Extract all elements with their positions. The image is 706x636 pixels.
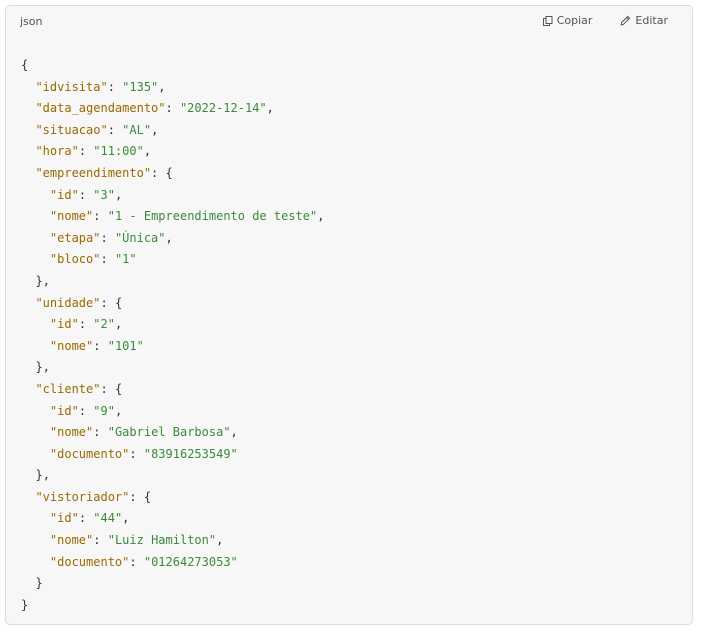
json-value: "Gabriel Barbosa" — [107, 425, 231, 440]
json-key: "id" — [49, 403, 79, 418]
json-value: "11:00" — [93, 144, 144, 159]
copy-button[interactable]: Copiar — [542, 14, 593, 27]
json-value: "3" — [93, 187, 115, 202]
json-key: "documento" — [49, 446, 130, 461]
copy-icon — [542, 15, 553, 26]
pencil-icon — [620, 15, 631, 26]
json-value: "83916253549" — [143, 446, 238, 461]
json-value: "2022-12-14" — [179, 101, 267, 116]
json-key: "vistoriador" — [35, 489, 130, 504]
json-value: "101" — [107, 338, 144, 353]
json-key: "nome" — [49, 209, 94, 224]
code-block: json Copiar Editar { "idvisita": "135", … — [5, 5, 693, 625]
copy-label: Copiar — [556, 14, 593, 27]
json-value: "AL" — [122, 122, 152, 137]
json-key: "empreendimento" — [35, 165, 152, 180]
edit-label: Editar — [635, 14, 668, 27]
json-value: "2" — [93, 317, 115, 332]
json-value: "135" — [122, 79, 159, 94]
edit-button[interactable]: Editar — [620, 14, 668, 27]
json-key: "situacao" — [35, 122, 108, 137]
json-key: "nome" — [49, 533, 94, 548]
json-key: "etapa" — [49, 230, 101, 245]
json-key: "cliente" — [35, 381, 101, 396]
json-key: "documento" — [49, 554, 130, 569]
json-code: { "idvisita": "135", "data_agendamento":… — [21, 58, 325, 612]
json-key: "id" — [49, 187, 79, 202]
json-key: "data_agendamento" — [35, 101, 166, 116]
code-toolbar: Copiar Editar — [542, 14, 668, 27]
json-key: "id" — [49, 317, 79, 332]
json-key: "nome" — [49, 338, 94, 353]
json-value: "1 - Empreendimento de teste" — [107, 209, 318, 224]
json-value: "9" — [93, 403, 115, 418]
json-value: "Única" — [114, 230, 166, 245]
json-key: "unidade" — [35, 295, 101, 310]
json-key: "bloco" — [49, 252, 101, 267]
json-value: "Luiz Hamilton" — [107, 533, 217, 548]
json-value: "01264273053" — [143, 554, 238, 569]
json-key: "hora" — [35, 144, 79, 159]
json-value: "44" — [93, 511, 123, 526]
json-key: "idvisita" — [35, 79, 108, 94]
json-key: "nome" — [49, 425, 94, 440]
json-key: "id" — [49, 511, 79, 526]
json-value: "1" — [114, 252, 137, 267]
language-label: json — [20, 15, 43, 28]
